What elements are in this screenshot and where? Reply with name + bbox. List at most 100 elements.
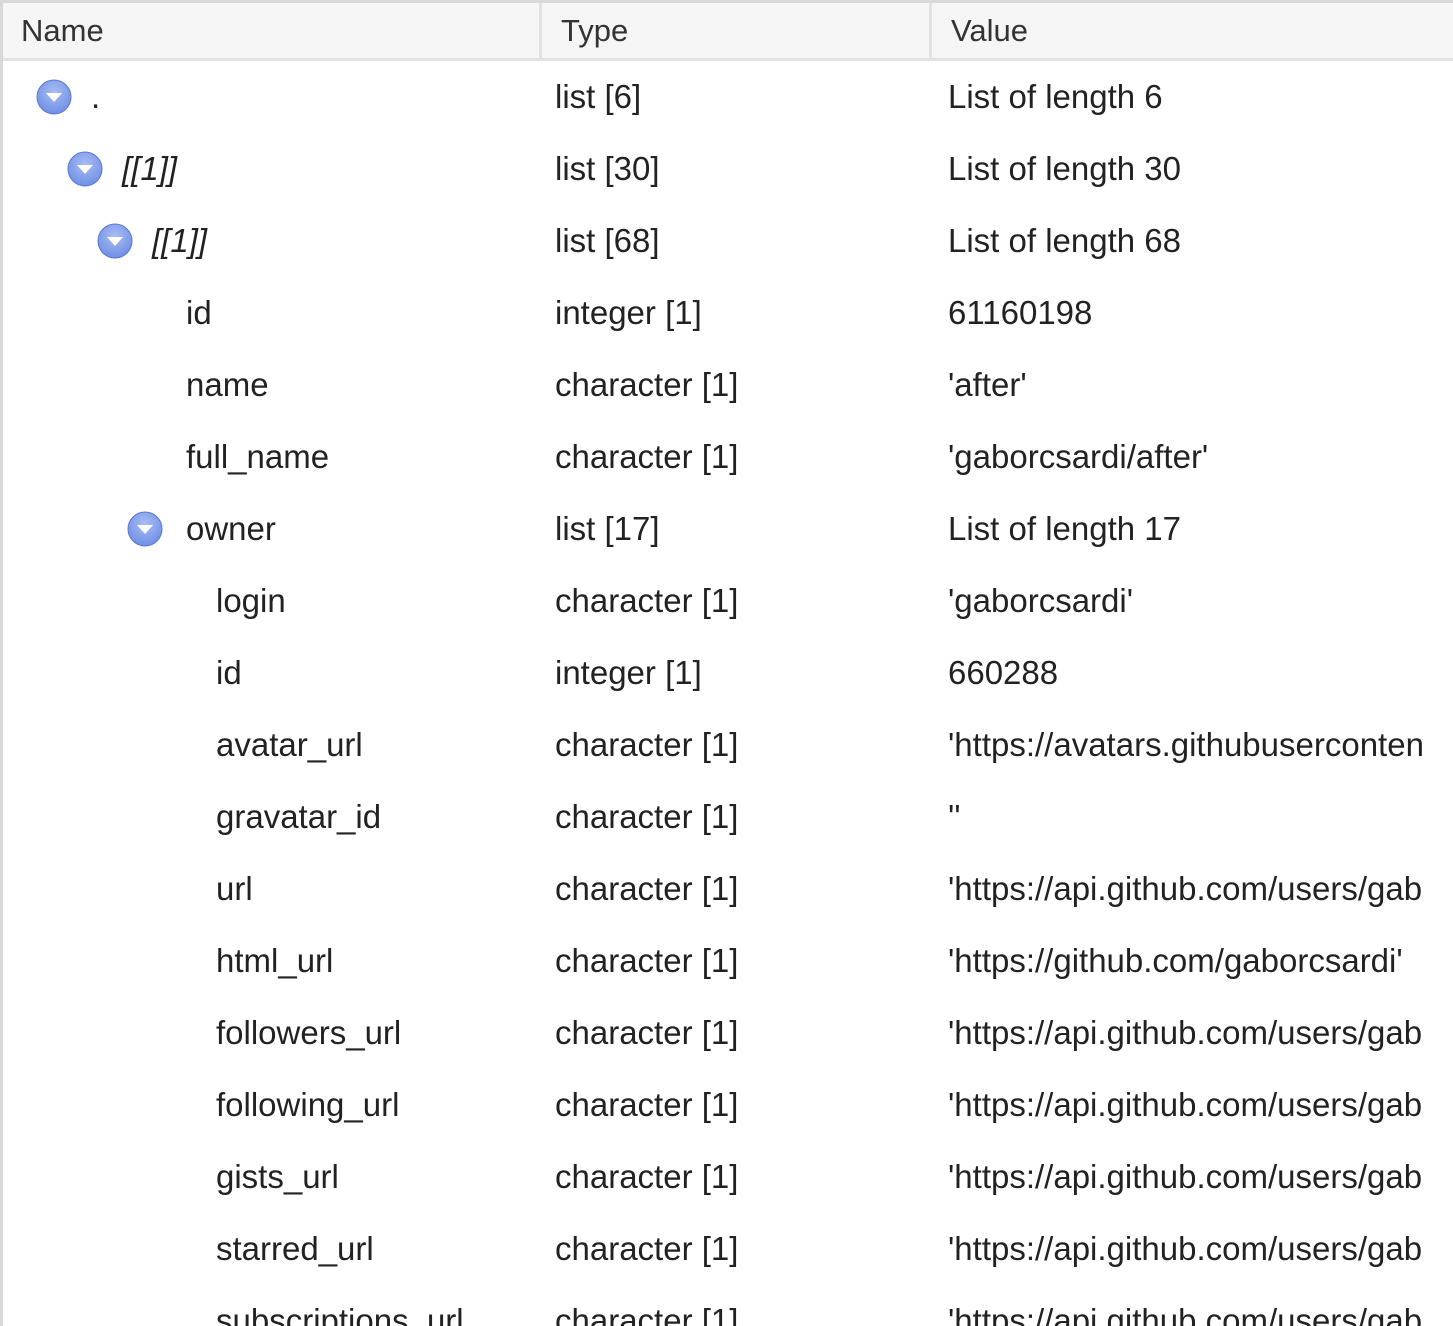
cell-name: [[1]] xyxy=(3,205,539,277)
cell-name: gists_url xyxy=(3,1141,539,1213)
cell-value: 'https://github.com/gaborcsardi' xyxy=(948,942,1403,979)
tree-row[interactable]: id integer [1] 61160198 xyxy=(3,277,1453,349)
cell-type: character [1] xyxy=(555,582,739,619)
cell-name: url xyxy=(3,853,539,925)
cell-value: List of length 17 xyxy=(948,510,1181,547)
expand-toggle-icon[interactable] xyxy=(97,223,133,259)
cell-name: gravatar_id xyxy=(3,781,539,853)
cell-value: List of length 68 xyxy=(948,222,1181,259)
row-name-label: id xyxy=(216,654,242,691)
cell-name: id xyxy=(3,637,539,709)
tree-row[interactable]: subscriptions_url character [1] 'https://a… xyxy=(3,1285,1453,1326)
column-header: Name Type Value xyxy=(3,3,1453,61)
cell-type: character [1] xyxy=(555,798,739,835)
cell-type: character [1] xyxy=(555,366,739,403)
cell-value: 'https://api.github.com/users/gab xyxy=(948,1014,1423,1051)
row-name-label: full_name xyxy=(186,438,330,475)
column-header-value[interactable]: Value xyxy=(932,3,1453,58)
cell-name: html_url xyxy=(3,925,539,997)
cell-type: character [1] xyxy=(555,870,739,907)
tree-row[interactable]: gravatar_id character [1] '' xyxy=(3,781,1453,853)
cell-type: character [1] xyxy=(555,1230,739,1267)
row-name-label: following_url xyxy=(216,1086,400,1123)
cell-type: character [1] xyxy=(555,1302,739,1326)
cell-value: '' xyxy=(948,798,961,835)
row-name-label: [[1]] xyxy=(122,150,178,187)
cell-name: name xyxy=(3,349,539,421)
cell-type: character [1] xyxy=(555,726,739,763)
cell-name: id xyxy=(3,277,539,349)
cell-type: list [6] xyxy=(555,78,642,115)
row-name-label: subscriptions_url xyxy=(216,1302,464,1326)
cell-value: 'https://api.github.com/users/gab xyxy=(948,1086,1423,1123)
cell-type: character [1] xyxy=(555,942,739,979)
expand-toggle-icon[interactable] xyxy=(127,511,163,547)
cell-value: 'https://api.github.com/users/gab xyxy=(948,1302,1423,1326)
cell-value: 'https://avatars.githubuserconten xyxy=(948,726,1424,763)
cell-name: followers_url xyxy=(3,997,539,1069)
cell-name: following_url xyxy=(3,1069,539,1141)
object-viewer: Name Type Value . list [6] List of length … xyxy=(0,0,1453,1326)
expand-toggle-icon[interactable] xyxy=(67,151,103,187)
cell-name: login xyxy=(3,565,539,637)
cell-name: [[1]] xyxy=(3,133,539,205)
row-name-label: starred_url xyxy=(216,1230,374,1267)
cell-value: 'gaborcsardi' xyxy=(948,582,1134,619)
cell-type: list [30] xyxy=(555,150,660,187)
tree-row[interactable]: gists_url character [1] 'https://api.githu… xyxy=(3,1141,1453,1213)
cell-value: 660288 xyxy=(948,654,1059,691)
tree-row[interactable]: url character [1] 'https://api.github.com/… xyxy=(3,853,1453,925)
cell-name: starred_url xyxy=(3,1213,539,1285)
column-header-type[interactable]: Type xyxy=(542,3,932,58)
cell-value: 'after' xyxy=(948,366,1027,403)
tree-row[interactable]: [[1]] list [30] List of length 30 xyxy=(3,133,1453,205)
row-name-label: html_url xyxy=(216,942,334,979)
row-name-label: gravatar_id xyxy=(216,798,382,835)
cell-name: owner xyxy=(3,493,539,565)
cell-type: list [68] xyxy=(555,222,660,259)
column-header-name[interactable]: Name xyxy=(3,3,542,58)
tree-row[interactable]: full_name character [1] 'gaborcsardi/after… xyxy=(3,421,1453,493)
cell-value: 'gaborcsardi/after' xyxy=(948,438,1209,475)
row-name-label: owner xyxy=(186,510,276,547)
tree-row[interactable]: avatar_url character [1] 'https://avatars.… xyxy=(3,709,1453,781)
cell-value: 61160198 xyxy=(948,294,1093,331)
cell-type: character [1] xyxy=(555,1158,739,1195)
tree-row[interactable]: [[1]] list [68] List of length 68 xyxy=(3,205,1453,277)
cell-name: . xyxy=(3,61,539,133)
cell-type: list [17] xyxy=(555,510,660,547)
row-name-label: . xyxy=(91,78,101,115)
cell-type: character [1] xyxy=(555,1014,739,1051)
tree-row[interactable]: following_url character [1] 'https://api.g… xyxy=(3,1069,1453,1141)
tree-row[interactable]: name character [1] 'after' xyxy=(3,349,1453,421)
tree-rows: . list [6] List of length 6 [[1]] list [30] L… xyxy=(3,61,1453,1326)
tree-row[interactable]: login character [1] 'gaborcsardi' xyxy=(3,565,1453,637)
cell-value: List of length 30 xyxy=(948,150,1181,187)
cell-value: List of length 6 xyxy=(948,78,1163,115)
row-name-label: avatar_url xyxy=(216,726,363,763)
cell-type: integer [1] xyxy=(555,654,702,691)
cell-type: integer [1] xyxy=(555,294,702,331)
cell-type: character [1] xyxy=(555,1086,739,1123)
tree-row[interactable]: followers_url character [1] 'https://api.g… xyxy=(3,997,1453,1069)
row-name-label: followers_url xyxy=(216,1014,402,1051)
tree-row[interactable]: starred_url character [1] 'https://api.git… xyxy=(3,1213,1453,1285)
cell-name: full_name xyxy=(3,421,539,493)
row-name-label: url xyxy=(216,870,253,907)
row-name-label: id xyxy=(186,294,212,331)
cell-name: avatar_url xyxy=(3,709,539,781)
tree-row[interactable]: owner list [17] List of length 17 xyxy=(3,493,1453,565)
expand-toggle-icon[interactable] xyxy=(36,79,72,115)
tree-row[interactable]: html_url character [1] 'https://github.com… xyxy=(3,925,1453,997)
row-name-label: gists_url xyxy=(216,1158,339,1195)
cell-value: 'https://api.github.com/users/gab xyxy=(948,870,1423,907)
row-name-label: login xyxy=(216,582,286,619)
cell-name: subscriptions_url xyxy=(3,1285,539,1326)
cell-value: 'https://api.github.com/users/gab xyxy=(948,1230,1423,1267)
row-name-label: [[1]] xyxy=(152,222,208,259)
cell-type: character [1] xyxy=(555,438,739,475)
row-name-label: name xyxy=(186,366,269,403)
cell-value: 'https://api.github.com/users/gab xyxy=(948,1158,1423,1195)
tree-row[interactable]: . list [6] List of length 6 xyxy=(3,61,1453,133)
tree-row[interactable]: id integer [1] 660288 xyxy=(3,637,1453,709)
